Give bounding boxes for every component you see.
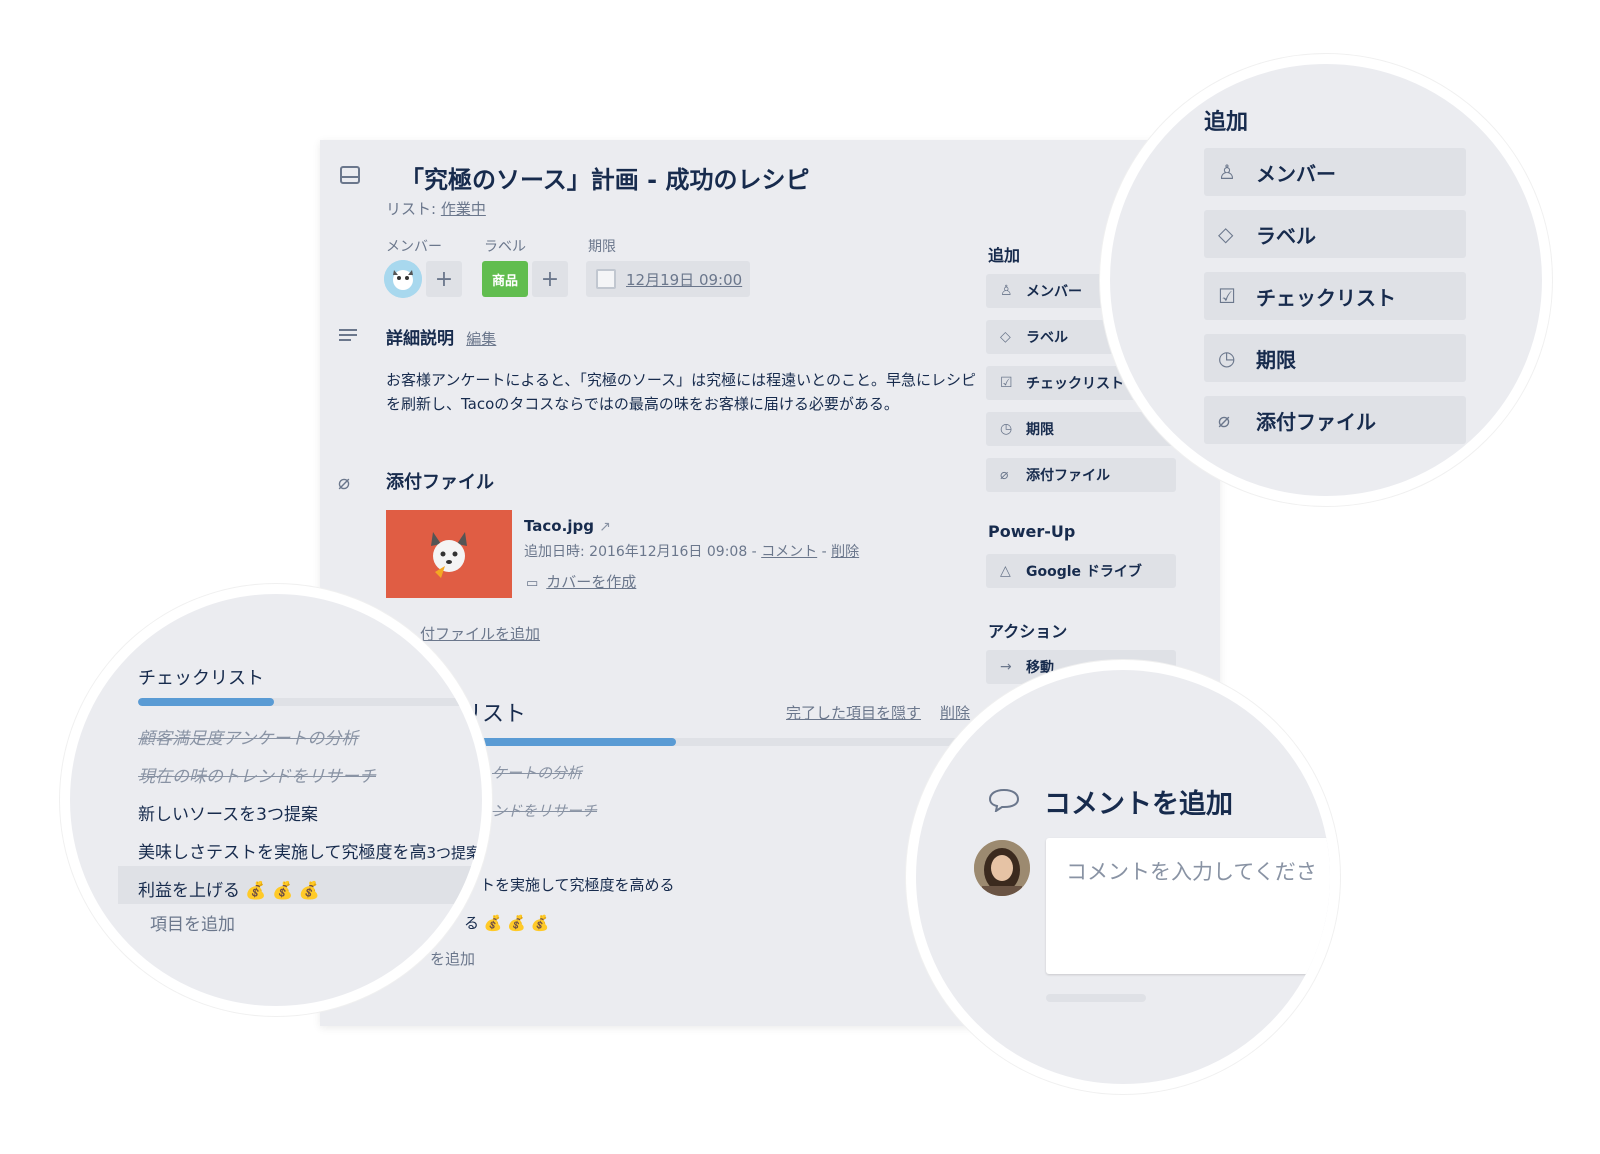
zoom-checklist-item-2[interactable]: 現在の味のトレンドをリサーチ — [138, 762, 376, 787]
google-drive-label: Google ドライブ — [1026, 564, 1142, 580]
zoom-members-label: メンバー — [1256, 161, 1336, 186]
zoom-checklist-panel: チェックリスト 顧客満足度アンケートの分析 現在の味のトレンドをリサーチ 新しい… — [60, 584, 492, 1016]
speech-bubble-icon — [988, 788, 1020, 816]
zoom-labels-label: ラベル — [1256, 223, 1316, 248]
actions-title: アクション — [988, 622, 1068, 641]
zoom-members-button[interactable]: ♙ メンバー — [1204, 148, 1466, 196]
attachment-thumbnail[interactable] — [386, 510, 512, 598]
zoom-checklist-progress-fill — [138, 698, 274, 706]
checkbox-icon: ☑ — [1218, 284, 1236, 308]
zoom-add-item-link[interactable]: 項目を追加 — [150, 910, 235, 935]
attachment-delete-link[interactable]: 削除 — [831, 544, 859, 560]
description-icon — [338, 328, 358, 348]
main-checklist-item-2[interactable]: ンドをリサーチ — [492, 800, 597, 821]
main-add-item-link[interactable]: を追加 — [430, 948, 475, 969]
zoom-checklist-item-overlap: 3つ提案 — [426, 844, 482, 862]
attachments-title: 添付ファイル — [386, 472, 494, 493]
cover-icon: ▭ — [526, 576, 539, 591]
sidebar-due-label: 期限 — [1026, 422, 1054, 438]
label-tag-product[interactable]: 商品 — [482, 261, 528, 297]
sidebar-add-title: 追加 — [988, 246, 1021, 265]
zoom-checklist-title: チェックリスト — [138, 668, 264, 689]
zoom-comment-panel: コメントを追加 コメントを入力してくださ — [906, 660, 1340, 1094]
labels-label: ラベル — [484, 239, 526, 255]
description-text[interactable]: お客様アンケートによると、「究極のソース」は究極には程遠いとのこと。早急にレシピ… — [386, 368, 986, 416]
card-icon — [340, 166, 360, 188]
hide-done-link[interactable]: 完了した項目を隠す — [786, 702, 921, 723]
sidebar-checklist-label: チェックリスト — [1026, 376, 1124, 392]
make-cover-link[interactable]: カバーを作成 — [546, 573, 636, 591]
powerup-title: Power-Up — [988, 522, 1076, 541]
description-edit-link[interactable]: 編集 — [466, 330, 496, 348]
zoom-checklist-progress — [138, 698, 478, 706]
add-label-button[interactable]: + — [532, 261, 568, 297]
zoom-labels-button[interactable]: ◇ ラベル — [1204, 210, 1466, 258]
zoom-due-button[interactable]: ◷ 期限 — [1204, 334, 1466, 382]
paperclip-icon: ⌀ — [1000, 467, 1009, 483]
google-drive-button[interactable]: △ Google ドライブ — [986, 554, 1176, 588]
due-date-button[interactable]: 12月19日 09:00 — [586, 261, 750, 297]
description-heading: 詳細説明 — [386, 329, 454, 349]
attachment-meta: 追加日時: 2016年12月16日 09:08 - コメント - 削除 — [524, 541, 859, 561]
checklist-delete-link[interactable]: 削除 — [940, 702, 970, 723]
checkbox-icon: ☑ — [1000, 375, 1013, 391]
tag-icon: ◇ — [1218, 222, 1234, 246]
zoom-attachment-label: 添付ファイル — [1256, 409, 1376, 434]
card-title[interactable]: 「究極のソース」計画 - 成功のレシピ — [400, 160, 809, 195]
zoom-checklist-item-5[interactable]: 利益を上げる 💰 💰 💰 — [138, 876, 320, 901]
zoom-checklist-item-1[interactable]: 顧客満足度アンケートの分析 — [138, 724, 358, 749]
person-icon: ♙ — [1000, 283, 1013, 299]
comment-input[interactable]: コメントを入力してくださ — [1046, 838, 1330, 974]
add-attachment-link[interactable]: 付ファイルを追加 — [420, 623, 540, 644]
sidebar-attachment-label: 添付ファイル — [1026, 468, 1110, 484]
zoom-checklist-button[interactable]: ☑ チェックリスト — [1204, 272, 1466, 320]
due-complete-checkbox[interactable] — [596, 269, 616, 289]
comment-save-button-hint — [1046, 994, 1146, 1002]
zoom-checklist-label: チェックリスト — [1256, 285, 1396, 310]
attachment-meta-sep: - — [817, 544, 832, 560]
attachment-name-text: Taco.jpg — [524, 517, 594, 535]
member-avatar[interactable] — [384, 260, 422, 298]
zoom-add-panel: 追加 ♙ メンバー ◇ ラベル ☑ チェックリスト ◷ 期限 ⌀ 添付ファイル — [1100, 54, 1552, 506]
person-icon: ♙ — [1218, 160, 1236, 184]
comment-placeholder: コメントを入力してくださ — [1066, 860, 1317, 884]
attachment-comment-link[interactable]: コメント — [761, 544, 817, 560]
sidebar-members-label: メンバー — [1026, 284, 1082, 300]
card-list-info: リスト: 作業中 — [386, 198, 486, 219]
add-member-button[interactable]: + — [426, 261, 462, 297]
google-drive-icon: △ — [1000, 563, 1011, 579]
clock-icon: ◷ — [1218, 346, 1236, 370]
zoom-add-title: 追加 — [1204, 110, 1249, 135]
arrow-right-icon: → — [1000, 659, 1012, 675]
attachment-meta-text: 追加日時: 2016年12月16日 09:08 - — [524, 544, 762, 560]
list-name-link[interactable]: 作業中 — [441, 200, 486, 218]
zoom-attachment-button[interactable]: ⌀ 添付ファイル — [1204, 396, 1466, 444]
external-link-icon[interactable]: ↗ — [599, 519, 611, 535]
main-checklist-item-1[interactable]: ケートの分析 — [492, 762, 582, 783]
zoom-checklist-item-4[interactable]: 美味しさテストを実施して究極度を高3つ提案 — [138, 838, 481, 863]
commenter-avatar — [974, 840, 1030, 896]
zoom-due-label: 期限 — [1256, 347, 1296, 372]
description-title: 詳細説明 編集 — [386, 324, 496, 349]
attachment-filename[interactable]: Taco.jpg ↗ — [524, 517, 611, 535]
clock-icon: ◷ — [1000, 421, 1013, 437]
tag-icon: ◇ — [1000, 329, 1011, 345]
due-label: 期限 — [588, 239, 616, 255]
zoom-comment-title: コメントを追加 — [1044, 789, 1233, 820]
due-date-text: 12月19日 09:00 — [626, 270, 743, 289]
members-label: メンバー — [386, 239, 442, 255]
make-cover[interactable]: ▭ カバーを作成 — [526, 571, 636, 592]
paperclip-icon: ⌀ — [1218, 408, 1231, 432]
sidebar-labels-label: ラベル — [1026, 330, 1068, 346]
main-checklist-item-5[interactable]: る 💰 💰 💰 — [464, 912, 549, 933]
main-checklist-item-4[interactable]: トを実施して究極度を高める — [480, 874, 675, 895]
zoom-checklist-item-3[interactable]: 新しいソースを3つ提案 — [138, 800, 318, 825]
zoom-checklist-item-4-text: 美味しさテストを実施して究極度を高 — [138, 843, 427, 863]
paperclip-icon: ⌀ — [338, 470, 351, 494]
list-prefix: リスト: — [386, 200, 441, 218]
sidebar-attachment-button[interactable]: ⌀ 添付ファイル — [986, 458, 1176, 492]
